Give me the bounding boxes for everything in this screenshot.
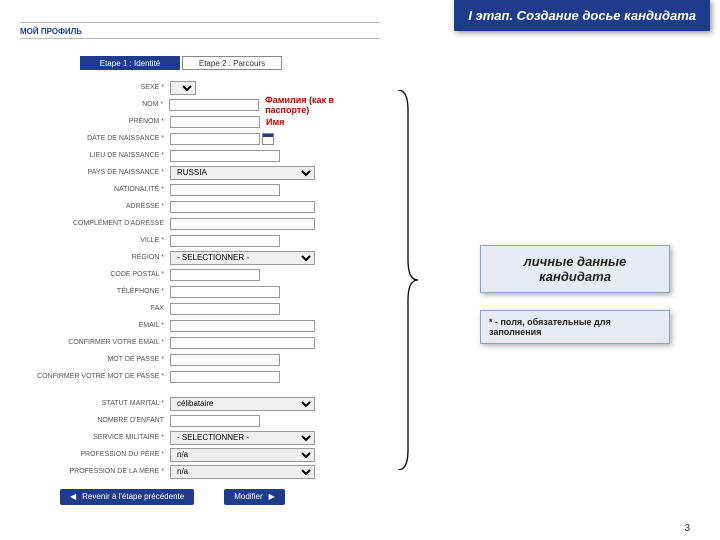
input-fax[interactable] xyxy=(170,303,280,315)
label-mere: PROFESSION DE LA MÈRE * xyxy=(20,468,170,475)
label-nat: NATIONALITÉ * xyxy=(20,186,170,193)
modify-button[interactable]: Modifier ▶ xyxy=(224,489,285,505)
label-ville: VILLE * xyxy=(20,237,170,244)
tab-step2[interactable]: Etape 2 : Parcours xyxy=(182,56,282,70)
step-tabs: Etape 1 : Identité Etape 2 : Parcours xyxy=(80,56,380,70)
select-pere[interactable]: n/a xyxy=(170,448,315,462)
label-marital: STATUT MARITAL * xyxy=(20,400,170,407)
profile-title: МОЙ ПРОФИЛЬ xyxy=(20,27,82,36)
annotation-prenom: Имя xyxy=(266,117,284,127)
select-sexe[interactable]: F xyxy=(170,81,196,95)
label-enfant: NOMBRE D'ENFANT xyxy=(20,417,170,424)
chevron-right-icon: ▶ xyxy=(269,489,275,505)
input-nat[interactable] xyxy=(170,184,280,196)
select-mere[interactable]: n/a xyxy=(170,465,315,479)
input-adresse[interactable] xyxy=(170,201,315,213)
input-comp[interactable] xyxy=(170,218,315,230)
input-nom[interactable] xyxy=(169,99,259,111)
label-email: EMAIL * xyxy=(20,322,170,329)
label-sexe: SEXE * xyxy=(20,84,170,91)
input-enfant[interactable] xyxy=(170,415,260,427)
label-adresse: ADRESSE * xyxy=(20,203,170,210)
select-mil[interactable]: - SELECTIONNER - xyxy=(170,431,315,445)
label-pwd: MOT DE PASSE * xyxy=(20,356,170,363)
chevron-left-icon: ◀ xyxy=(70,489,76,505)
label-prenom: PRÉNOM * xyxy=(20,118,170,125)
label-lieu: LIEU DE NAISSANCE * xyxy=(20,152,170,159)
button-bar: ◀ Revenir à l'étape précédente Modifier … xyxy=(60,489,380,505)
input-email[interactable] xyxy=(170,320,315,332)
input-lieu[interactable] xyxy=(170,150,280,162)
label-mil: SERVICE MILITAIRE * xyxy=(20,434,170,441)
label-tel: TÉLÉPHONE * xyxy=(20,288,170,295)
input-email2[interactable] xyxy=(170,337,315,349)
label-pere: PROFESSION DU PÈRE * xyxy=(20,451,170,458)
label-nom: NOM * xyxy=(20,101,169,108)
label-cp: CODE POSTAL * xyxy=(20,271,170,278)
select-pays[interactable]: RUSSIA xyxy=(170,166,315,180)
callout-required-note: * - поля, обязательные для заполнения xyxy=(480,310,670,344)
tab-step1[interactable]: Etape 1 : Identité xyxy=(80,56,180,70)
label-region: RÉGION * xyxy=(20,254,170,261)
input-dob[interactable] xyxy=(170,133,260,145)
label-pays: PAYS DE NAISSANCE * xyxy=(20,169,170,176)
label-email2: CONFIRMER VOTRE EMAIL * xyxy=(20,339,170,346)
calendar-icon[interactable] xyxy=(262,133,274,145)
annotation-nom: Фамилия (как в паспорте) xyxy=(265,95,380,115)
select-marital[interactable]: célibataire xyxy=(170,397,315,411)
input-pwd2[interactable] xyxy=(170,371,280,383)
callout-personal-data: личные данные кандидата xyxy=(480,245,670,293)
back-button[interactable]: ◀ Revenir à l'étape précédente xyxy=(60,489,194,505)
stage-banner: I этап. Создание досье кандидата xyxy=(454,0,710,31)
label-dob: DATE DE NAISSANCE * xyxy=(20,135,170,142)
modify-button-label: Modifier xyxy=(234,489,262,505)
input-ville[interactable] xyxy=(170,235,280,247)
input-cp[interactable] xyxy=(170,269,260,281)
input-prenom[interactable] xyxy=(170,116,260,128)
label-fax: FAX xyxy=(20,305,170,312)
input-tel[interactable] xyxy=(170,286,280,298)
curly-brace xyxy=(390,90,420,470)
back-button-label: Revenir à l'étape précédente xyxy=(82,489,184,505)
profile-header: МОЙ ПРОФИЛЬ xyxy=(20,22,380,39)
input-pwd[interactable] xyxy=(170,354,280,366)
label-comp: COMPLÉMENT D'ADRESSE xyxy=(20,220,170,227)
label-pwd2: CONFIRMER VOTRE MOT DE PASSE * xyxy=(20,373,170,380)
form-container: Etape 1 : Identité Etape 2 : Parcours SE… xyxy=(20,46,380,505)
page-number: 3 xyxy=(684,523,690,534)
select-region[interactable]: - SELECTIONNER - xyxy=(170,251,315,265)
